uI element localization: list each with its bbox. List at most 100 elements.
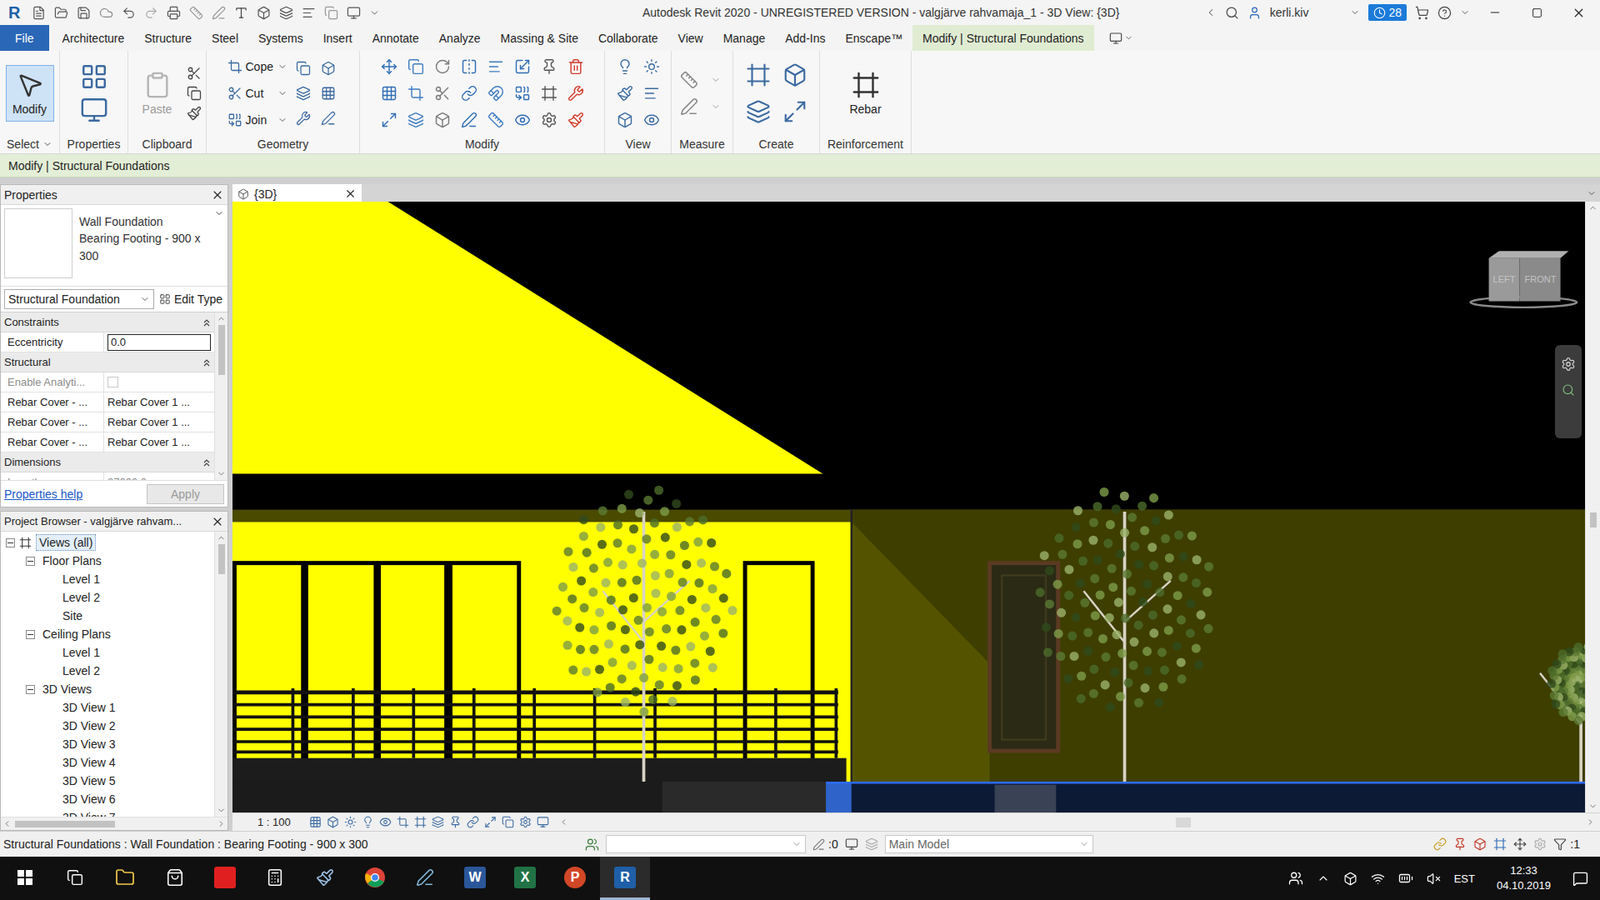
sync-icon[interactable] [99, 5, 114, 20]
browser-item[interactable]: 3D Views [0, 680, 215, 699]
scroll-right-icon[interactable] [216, 819, 226, 829]
browser-item[interactable]: 3D View 2 [0, 716, 215, 735]
copy-icon[interactable] [186, 85, 202, 101]
property-group[interactable]: Structural [0, 352, 215, 373]
store-button[interactable] [150, 856, 200, 900]
view-control-icon[interactable] [519, 815, 532, 829]
select-links-icon[interactable] [1433, 837, 1447, 851]
calculator-icon[interactable] [265, 868, 285, 887]
modify-tool-icon[interactable] [380, 58, 398, 75]
sketch-icon[interactable] [415, 868, 435, 887]
ribbon-tab[interactable]: Add-Ins [775, 25, 835, 51]
select-pinned-icon[interactable] [1453, 837, 1467, 851]
measure-icon[interactable] [710, 75, 721, 85]
type-properties-icon[interactable] [80, 62, 109, 91]
browser-item[interactable]: 3D View 5 [0, 771, 215, 790]
recent-icon[interactable] [31, 5, 46, 20]
edit-type-button[interactable]: Edit Type [157, 292, 225, 306]
properties-palette-icon[interactable] [80, 95, 109, 125]
redo-icon[interactable] [144, 5, 159, 20]
store-icon[interactable] [1415, 5, 1430, 20]
volume-icon[interactable] [1426, 871, 1441, 886]
building-model[interactable]: LEFTFRONT [232, 201, 1585, 813]
scroll-down-icon[interactable] [216, 805, 226, 815]
browser-item[interactable]: Floor Plans [0, 551, 215, 570]
view-control-icon[interactable] [414, 815, 427, 829]
match-icon[interactable] [186, 105, 202, 121]
view-control-icon[interactable] [431, 815, 445, 829]
ribbon-tab[interactable]: View [668, 25, 714, 51]
side-wall[interactable] [851, 510, 1585, 782]
task-view-icon[interactable] [66, 869, 84, 886]
cursor-icon[interactable] [15, 70, 45, 100]
view-tool-icon[interactable] [616, 85, 634, 102]
section-icon[interactable] [279, 5, 294, 20]
calculator-button[interactable] [250, 856, 300, 900]
geometry-tool-icon[interactable] [320, 60, 336, 76]
collapse-icon[interactable] [27, 686, 34, 693]
modify-tool-icon[interactable] [407, 111, 425, 129]
browser-item[interactable]: Site [0, 606, 215, 625]
door[interactable] [989, 563, 1058, 751]
tray-overflow-icon[interactable] [1316, 871, 1330, 885]
modify-tool-icon[interactable] [567, 58, 585, 75]
deck[interactable] [232, 758, 847, 782]
measure-icon[interactable] [680, 97, 699, 116]
scroll-left-icon[interactable] [559, 817, 569, 827]
browser-item[interactable]: 3D View 4 [0, 753, 215, 772]
task-view-button[interactable] [50, 856, 100, 900]
properties-scrollbar[interactable] [214, 312, 228, 480]
modify-tool-icon[interactable] [380, 111, 398, 129]
search-collapse-icon[interactable] [1205, 6, 1217, 19]
battery-icon[interactable] [1398, 870, 1414, 886]
geometry-tool-icon[interactable] [295, 60, 311, 76]
geometry-tool-icon[interactable] [295, 110, 311, 126]
geometry-tool-icon[interactable] [295, 85, 311, 101]
design-options-icon[interactable] [845, 837, 859, 851]
expand-toggle[interactable] [25, 685, 35, 695]
print-icon[interactable] [166, 5, 181, 20]
modify-tool-icon[interactable] [380, 85, 398, 102]
create-icon[interactable] [782, 62, 808, 88]
scroll-up-icon[interactable] [216, 314, 226, 324]
design-option-combo[interactable]: Main Model [885, 835, 1094, 854]
view-control-icon[interactable] [466, 815, 480, 829]
ribbon-tab[interactable]: Structure [134, 25, 202, 51]
create-icon[interactable] [782, 99, 808, 125]
start-button[interactable] [0, 856, 50, 900]
create-icon[interactable] [745, 62, 771, 88]
expand-toggle[interactable] [25, 556, 35, 566]
close-icon[interactable] [210, 515, 225, 529]
ribbon-tab[interactable]: Annotate [362, 25, 430, 51]
geometry-button[interactable]: Cut [227, 82, 288, 105]
view-control-icon[interactable] [484, 815, 497, 829]
window[interactable] [745, 563, 813, 780]
modify-tool-icon[interactable] [407, 85, 425, 102]
scroll-left-icon[interactable] [2, 819, 12, 829]
expand-toggle[interactable] [5, 538, 15, 548]
collapse-group-icon[interactable] [202, 358, 211, 367]
notifications-icon[interactable] [1572, 870, 1589, 887]
window[interactable] [379, 563, 447, 780]
geometry-button[interactable]: Join [227, 109, 288, 131]
property-input[interactable]: 0.0 [107, 334, 211, 351]
geometry-icon[interactable] [227, 85, 243, 101]
dropbox-icon[interactable] [1343, 871, 1358, 886]
help-icon[interactable] [1437, 5, 1452, 20]
filter-icon[interactable] [1553, 837, 1567, 851]
scroll-down-icon[interactable] [216, 469, 226, 479]
browser-item[interactable]: Level 2 [0, 588, 215, 607]
selected-foundation[interactable] [825, 781, 1585, 813]
windows-icon[interactable] [17, 870, 33, 885]
modify-tool-icon[interactable] [434, 58, 451, 75]
ribbon-mode-menu-icon[interactable] [1124, 33, 1134, 43]
dropdown-icon[interactable] [277, 115, 288, 125]
view-control-icon[interactable] [309, 815, 322, 829]
modify-tool-icon[interactable] [460, 111, 478, 129]
create-icon[interactable] [745, 99, 771, 125]
property-row[interactable]: Rebar Cover - ...Rebar Cover 1 ... [0, 392, 215, 413]
view-tabs-menu-icon[interactable] [1586, 188, 1597, 199]
modify-tool-icon[interactable] [487, 58, 505, 75]
geometry-tool-icon[interactable] [320, 85, 336, 101]
view-control-icon[interactable] [361, 815, 375, 829]
